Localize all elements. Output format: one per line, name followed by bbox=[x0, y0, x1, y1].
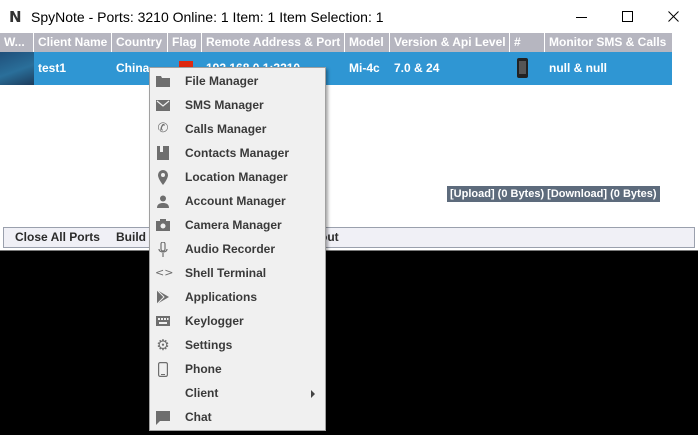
table-row[interactable]: test1 China 192.168.0.1:3210 Mi-4c 7.0 &… bbox=[0, 52, 672, 85]
spynote-logo-icon: N bbox=[9, 8, 22, 26]
client-name-cell: test1 bbox=[38, 61, 67, 75]
menu-item-keylogger[interactable]: Keylogger bbox=[150, 309, 325, 333]
menu-item-label: Chat bbox=[185, 410, 212, 424]
clients-table: W... Client Name Country Flag Remote Add… bbox=[0, 33, 672, 226]
transfer-status: [Upload] (0 Bytes) [Download] (0 Bytes) bbox=[447, 186, 660, 202]
monitor-cell: null & null bbox=[549, 61, 607, 75]
country-cell: China bbox=[116, 61, 150, 75]
close-icon bbox=[668, 11, 679, 22]
phone-handset-icon: ✆ bbox=[157, 121, 169, 136]
window-title: SpyNote - Ports: 3210 Online: 1 Item: 1 … bbox=[31, 9, 384, 25]
code-brackets-icon: <> bbox=[155, 266, 174, 279]
minimize-button[interactable] bbox=[559, 0, 605, 34]
menu-item-calls-manager[interactable]: ✆ Calls Manager bbox=[150, 117, 325, 141]
column-header-client-name[interactable]: Client Name bbox=[34, 33, 112, 52]
column-header-model[interactable]: Model bbox=[345, 33, 390, 52]
menu-item-applications[interactable]: Applications bbox=[150, 285, 325, 309]
column-header-monitor[interactable]: Monitor SMS & Calls bbox=[545, 33, 672, 52]
maximize-button[interactable] bbox=[605, 0, 651, 34]
title-bar[interactable]: N SpyNote - Ports: 3210 Online: 1 Item: … bbox=[0, 0, 698, 34]
menu-item-phone[interactable]: Phone bbox=[150, 357, 325, 381]
menu-item-label: SMS Manager bbox=[185, 98, 264, 112]
minimize-icon bbox=[576, 17, 587, 18]
keyboard-icon bbox=[155, 313, 171, 329]
menu-item-label: Client bbox=[185, 386, 219, 400]
version-cell: 7.0 & 24 bbox=[394, 61, 440, 75]
close-all-ports-button[interactable]: Close All Ports bbox=[15, 228, 100, 247]
column-header-wallpaper[interactable]: W... bbox=[0, 33, 34, 52]
phone-icon bbox=[517, 58, 528, 78]
location-pin-icon bbox=[155, 169, 171, 185]
menu-item-client[interactable]: Client bbox=[150, 381, 325, 405]
menu-item-contacts-manager[interactable]: Contacts Manager bbox=[150, 141, 325, 165]
client-context-menu: File Manager SMS Manager ✆ Calls Manager… bbox=[149, 67, 326, 431]
menu-item-settings[interactable]: ⚙ Settings bbox=[150, 333, 325, 357]
menu-item-label: Settings bbox=[185, 338, 233, 352]
model-cell: Mi-4c bbox=[349, 61, 380, 75]
microphone-icon bbox=[155, 241, 171, 257]
wallpaper-thumbnail bbox=[0, 52, 34, 85]
menu-item-label: Keylogger bbox=[185, 314, 244, 328]
menu-item-label: Calls Manager bbox=[185, 122, 267, 136]
column-header-version[interactable]: Version & Api Level bbox=[390, 33, 510, 52]
menu-item-label: Camera Manager bbox=[185, 218, 282, 232]
column-header-remote-address[interactable]: Remote Address & Port bbox=[202, 33, 345, 52]
contacts-book-icon bbox=[155, 145, 171, 161]
person-icon bbox=[155, 193, 171, 209]
menu-item-camera-manager[interactable]: Camera Manager bbox=[150, 213, 325, 237]
column-header-flag[interactable]: Flag bbox=[168, 33, 202, 52]
camera-icon bbox=[155, 217, 171, 233]
column-header-number[interactable]: # bbox=[510, 33, 545, 52]
menu-item-label: Phone bbox=[185, 362, 222, 376]
menu-item-label: Shell Terminal bbox=[185, 266, 267, 280]
menu-item-label: Audio Recorder bbox=[185, 242, 276, 256]
envelope-icon bbox=[155, 97, 171, 113]
vertical-scrollbar[interactable] bbox=[672, 33, 698, 226]
table-header: W... Client Name Country Flag Remote Add… bbox=[0, 33, 672, 52]
menu-item-chat[interactable]: Chat bbox=[150, 405, 325, 429]
menu-item-audio-recorder[interactable]: Audio Recorder bbox=[150, 237, 325, 261]
main-window: N SpyNote - Ports: 3210 Online: 1 Item: … bbox=[0, 0, 698, 251]
close-button[interactable] bbox=[651, 0, 697, 34]
menu-item-sms-manager[interactable]: SMS Manager bbox=[150, 93, 325, 117]
folder-icon bbox=[155, 73, 171, 89]
menu-item-label: Account Manager bbox=[185, 194, 286, 208]
submenu-arrow-icon bbox=[311, 390, 315, 398]
menu-item-label: Contacts Manager bbox=[185, 146, 290, 160]
maximize-icon bbox=[622, 11, 633, 22]
chat-bubble-icon bbox=[155, 409, 171, 425]
menu-item-account-manager[interactable]: Account Manager bbox=[150, 189, 325, 213]
menu-item-file-manager[interactable]: File Manager bbox=[150, 69, 325, 93]
menu-item-label: Location Manager bbox=[185, 170, 288, 184]
menu-item-shell-terminal[interactable]: <> Shell Terminal bbox=[150, 261, 325, 285]
bottom-toolbar: Close All Ports Build C out bbox=[3, 227, 695, 248]
menu-item-label: Applications bbox=[185, 290, 258, 304]
smartphone-icon bbox=[155, 361, 171, 378]
column-header-country[interactable]: Country bbox=[112, 33, 168, 52]
menu-item-label: File Manager bbox=[185, 74, 259, 88]
menu-item-location-manager[interactable]: Location Manager bbox=[150, 165, 325, 189]
play-store-icon bbox=[155, 289, 171, 305]
gear-icon: ⚙ bbox=[156, 336, 170, 354]
